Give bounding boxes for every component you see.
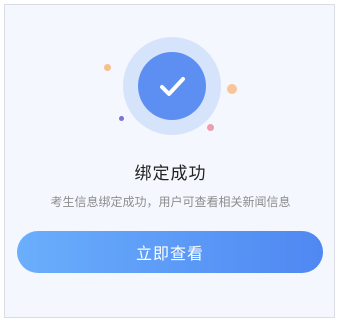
result-title: 绑定成功 [134, 164, 207, 184]
success-badge [138, 52, 206, 120]
view-now-button[interactable]: 立即查看 [17, 231, 323, 273]
success-card: 绑定成功 考生信息绑定成功，用户可查看相关新闻信息 立即查看 [4, 4, 335, 318]
check-icon [160, 77, 185, 96]
success-illustration [5, 5, 336, 145]
confetti-dot-purple [119, 116, 124, 121]
confetti-dot-peach [227, 84, 237, 94]
confetti-dot-pink [207, 124, 214, 131]
confetti-dot-orange [104, 64, 111, 71]
result-message: 考生信息绑定成功，用户可查看相关新闻信息 [50, 195, 291, 209]
